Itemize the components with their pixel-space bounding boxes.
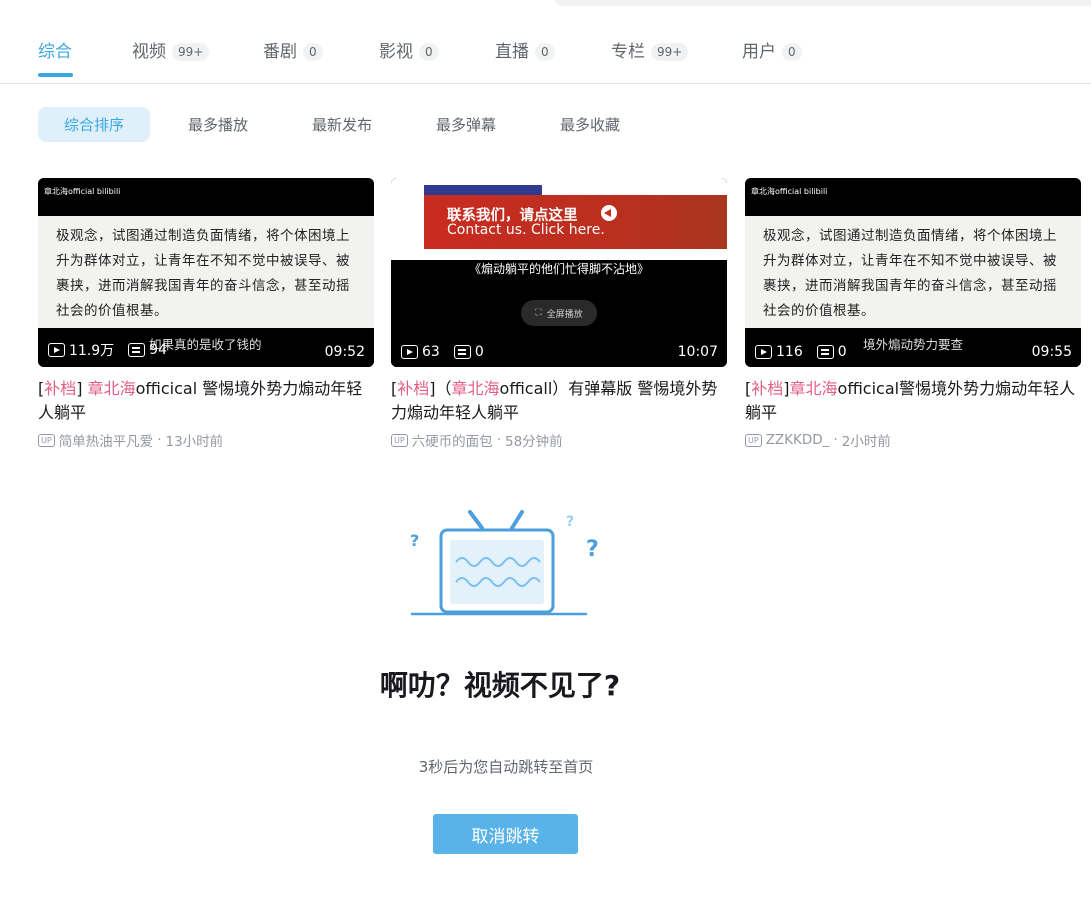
up-icon: UP <box>745 433 762 447</box>
arrow-left-icon <box>601 205 617 221</box>
up-icon: UP <box>38 433 55 447</box>
up-icon: UP <box>391 433 408 447</box>
video-card[interactable]: 章北海official bilibili 极观念，试图通过制造负面情绪，将个体困… <box>745 178 1081 450</box>
video-card[interactable]: 联系我们，请点这里 Contact us. Click here. 《煽动躺平的… <box>391 178 727 450</box>
danmaku-count: 0 <box>837 344 847 360</box>
tab-bangumi[interactable]: 番剧 0 <box>263 40 323 64</box>
play-count-icon <box>755 345 772 359</box>
danmaku-icon <box>453 345 471 359</box>
tab-label: 专栏 <box>611 42 645 62</box>
video-stats: 63 0 <box>401 344 484 360</box>
tab-label: 综合 <box>38 42 72 62</box>
meta-separator: · <box>157 432 162 448</box>
contact-banner-en: Contact us. Click here. <box>447 222 605 238</box>
thumbnail-subtitle: 《煽动躺平的他们忙得脚不沾地》 <box>468 262 649 276</box>
fullscreen-hint: ⛶ 全屏播放 <box>521 300 597 326</box>
svg-text:?: ? <box>586 537 599 562</box>
video-duration: 10:07 <box>677 344 718 360</box>
search-type-tabs: 综合 视频 99+ 番剧 0 影视 0 直播 0 专栏 99+ 用户 0 <box>0 0 1091 84</box>
meta-separator: · <box>496 432 501 448</box>
tab-label: 影视 <box>379 42 413 62</box>
active-tab-underline <box>38 73 73 77</box>
fullscreen-icon: ⛶ <box>535 308 542 318</box>
tab-count-badge: 0 <box>419 43 439 61</box>
publish-time: 2小时前 <box>841 434 891 450</box>
tab-movie[interactable]: 影视 0 <box>379 40 439 64</box>
thumbnail-text: 极观念，试图通过制造负面情绪，将个体困境上升为群体对立，让青年在不知不觉中被误导… <box>38 216 374 328</box>
video-thumbnail[interactable]: 章北海official bilibili 极观念，试图通过制造负面情绪，将个体困… <box>38 178 374 367</box>
sort-most-favorited[interactable]: 最多收藏 <box>542 107 638 142</box>
tab-article[interactable]: 专栏 99+ <box>611 40 689 64</box>
video-stats: 11.9万 94 <box>48 340 167 360</box>
thumbnail-subtitle: 境外煽动势力要查 <box>863 337 964 352</box>
meta-separator: · <box>833 432 838 448</box>
video-title[interactable]: [补档]章北海officical警惕境外势力煽动年轻人躺平 <box>745 377 1081 425</box>
tab-video[interactable]: 视频 99+ <box>132 40 210 64</box>
thumbnail-watermark: 章北海official bilibili <box>751 187 828 196</box>
play-count: 116 <box>776 344 803 360</box>
cancel-redirect-button[interactable]: 取消跳转 <box>433 814 578 854</box>
tab-count-badge: 0 <box>303 43 323 61</box>
uploader-name[interactable]: 六硬币的面包 <box>412 430 493 450</box>
danmaku-icon <box>128 343 146 357</box>
play-count-icon <box>401 345 418 359</box>
uploader-name[interactable]: 简单热油平凡爱 <box>59 430 154 450</box>
tab-count-badge: 99+ <box>172 43 210 61</box>
empty-state-title: 啊叻？视频不见了? <box>379 669 621 702</box>
video-duration: 09:52 <box>324 344 365 360</box>
sort-most-played[interactable]: 最多播放 <box>170 107 266 142</box>
thumbnail-text: 极观念，试图通过制造负面情绪，将个体困境上升为群体对立，让青年在不知不觉中被误导… <box>745 216 1081 328</box>
danmaku-icon <box>816 345 834 359</box>
publish-time: 13小时前 <box>165 434 224 450</box>
tab-label: 番剧 <box>263 42 297 62</box>
sort-newest[interactable]: 最新发布 <box>294 107 390 142</box>
video-thumbnail[interactable]: 联系我们，请点这里 Contact us. Click here. 《煽动躺平的… <box>391 178 727 367</box>
empty-tv-icon: ? ? ? <box>410 510 599 616</box>
danmaku-count: 0 <box>474 344 484 360</box>
video-stats: 116 0 <box>755 344 847 360</box>
tab-all[interactable]: 综合 <box>38 40 72 64</box>
redirect-countdown-text: 3秒后为您自动跳转至首页 <box>418 758 594 776</box>
video-meta: UP 简单热油平凡爱 · 13小时前 <box>38 430 374 450</box>
video-title[interactable]: [补档] 章北海officical 警惕境外势力煽动年轻人躺平 <box>38 377 374 425</box>
danmaku-count: 94 <box>149 342 167 358</box>
video-meta: UP 六硬币的面包 · 58分钟前 <box>391 430 727 450</box>
play-count: 63 <box>422 344 440 360</box>
sort-comprehensive[interactable]: 综合排序 <box>38 107 150 142</box>
video-thumbnail[interactable]: 章北海official bilibili 极观念，试图通过制造负面情绪，将个体困… <box>745 178 1081 367</box>
play-count-icon <box>48 343 65 357</box>
tab-count-badge: 99+ <box>651 43 689 61</box>
tab-count-badge: 0 <box>535 43 555 61</box>
tab-user[interactable]: 用户 0 <box>742 40 802 64</box>
tab-label: 用户 <box>742 42 776 62</box>
tab-live[interactable]: 直播 0 <box>495 40 555 64</box>
play-count: 11.9万 <box>69 343 115 359</box>
publish-time: 58分钟前 <box>504 434 563 450</box>
sort-most-danmaku[interactable]: 最多弹幕 <box>418 107 514 142</box>
video-meta: UP ZZKKDD_ · 2小时前 <box>745 430 1081 450</box>
video-duration: 09:55 <box>1031 344 1072 360</box>
svg-text:?: ? <box>410 531 419 550</box>
tab-label: 视频 <box>132 42 166 62</box>
video-card[interactable]: 章北海official bilibili 极观念，试图通过制造负面情绪，将个体困… <box>38 178 374 450</box>
video-title[interactable]: [补档]（章北海officall）有弹幕版 警惕境外势力煽动年轻人躺平 <box>391 377 727 425</box>
uploader-name[interactable]: ZZKKDD_ <box>766 432 830 448</box>
svg-text:?: ? <box>566 514 574 530</box>
thumbnail-watermark: 章北海official bilibili <box>44 187 121 196</box>
tab-label: 直播 <box>495 42 529 62</box>
tab-count-badge: 0 <box>782 43 802 61</box>
